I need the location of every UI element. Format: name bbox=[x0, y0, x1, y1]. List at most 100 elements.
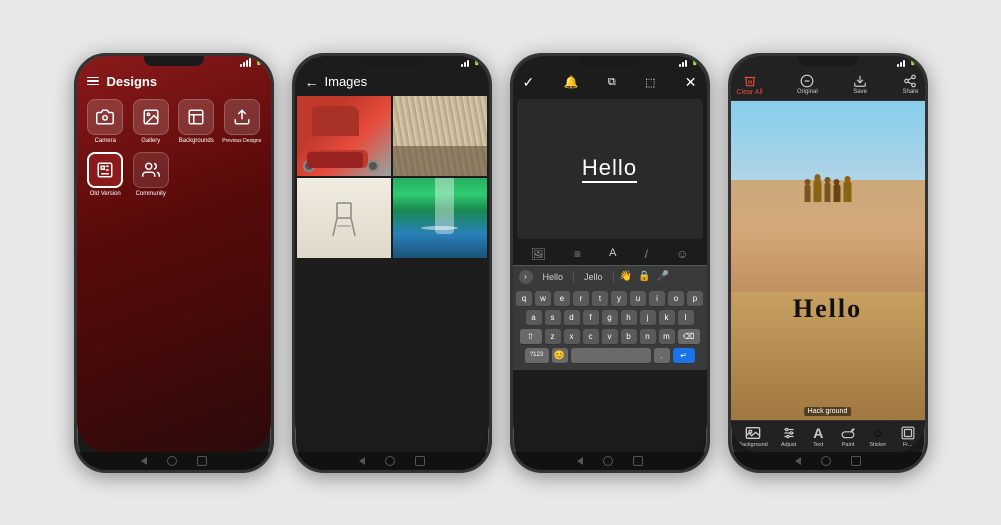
sticker-icon[interactable]: 🔔 bbox=[564, 75, 579, 89]
original-action[interactable]: Original bbox=[797, 74, 818, 95]
nav-back[interactable] bbox=[141, 457, 147, 465]
previous-label: Previous Designs bbox=[222, 138, 261, 144]
key-g[interactable]: g bbox=[602, 310, 618, 326]
image-car[interactable] bbox=[297, 96, 391, 176]
image-reeds[interactable] bbox=[393, 96, 487, 176]
key-z[interactable]: z bbox=[545, 329, 561, 345]
key-p[interactable]: p bbox=[687, 291, 703, 307]
grid-row-2: Old Version Community bbox=[77, 148, 271, 201]
close-icon[interactable]: ✕ bbox=[685, 74, 697, 91]
grid-item-camera[interactable]: Camera bbox=[85, 99, 127, 144]
key-emoji[interactable]: 😊 bbox=[552, 348, 568, 364]
key-u[interactable]: u bbox=[630, 291, 646, 307]
nav-recents-2[interactable] bbox=[415, 456, 425, 466]
grid-item-old-version[interactable]: Old Version bbox=[85, 152, 127, 197]
adjust-tool[interactable]: Adjust bbox=[780, 425, 798, 448]
phone4-toolbar: Clear All Original bbox=[731, 70, 925, 101]
key-l[interactable]: l bbox=[678, 310, 694, 326]
mic-icon[interactable]: 🎤 bbox=[656, 271, 668, 282]
key-c[interactable]: c bbox=[583, 329, 599, 345]
key-s[interactable]: s bbox=[545, 310, 561, 326]
key-b[interactable]: b bbox=[621, 329, 637, 345]
nav-home-4[interactable] bbox=[821, 456, 831, 466]
key-k[interactable]: k bbox=[659, 310, 675, 326]
key-a[interactable]: a bbox=[526, 310, 542, 326]
key-space[interactable] bbox=[571, 348, 651, 364]
hack-ground-label: Hack ground bbox=[804, 407, 852, 416]
key-m[interactable]: m bbox=[659, 329, 675, 345]
sticker-tool-label: Sticker bbox=[869, 442, 886, 448]
text-tool-icon: A bbox=[809, 425, 827, 441]
paint-tool[interactable]: Paint bbox=[839, 425, 857, 448]
grid-item-community[interactable]: Community bbox=[130, 152, 172, 197]
font-icon[interactable]: A bbox=[609, 247, 616, 261]
key-h[interactable]: h bbox=[621, 310, 637, 326]
key-shift[interactable]: ⇧ bbox=[520, 329, 542, 345]
share-action[interactable]: Share bbox=[902, 74, 918, 95]
brush-icon[interactable]: / bbox=[645, 247, 648, 261]
grid-item-gallery[interactable]: Gallery bbox=[130, 99, 172, 144]
grid-item-backgrounds[interactable]: Backgrounds bbox=[176, 99, 218, 144]
image-chair[interactable] bbox=[297, 178, 391, 258]
suggestion-hello[interactable]: Hello bbox=[537, 272, 570, 282]
key-numbers[interactable]: ?123 bbox=[525, 348, 549, 364]
checkmark-icon[interactable]: ✓ bbox=[523, 74, 535, 91]
background-tool[interactable]: Background bbox=[738, 425, 767, 448]
phone-2: 🔋 ← Images bbox=[292, 53, 492, 473]
key-t[interactable]: t bbox=[592, 291, 608, 307]
key-r[interactable]: r bbox=[573, 291, 589, 307]
key-period[interactable]: . bbox=[654, 348, 670, 364]
text-tool[interactable]: A Text bbox=[809, 425, 827, 448]
save-action[interactable]: Save bbox=[852, 74, 868, 95]
wave-emoji[interactable]: 👋 bbox=[620, 271, 632, 282]
suggestion-expand[interactable]: › bbox=[519, 270, 533, 284]
paste-icon[interactable]: ⬚ bbox=[645, 76, 655, 89]
key-n[interactable]: n bbox=[640, 329, 656, 345]
save-icon bbox=[852, 74, 868, 88]
lock-emoji[interactable]: 🔒 bbox=[638, 271, 650, 282]
grid-item-previous[interactable]: Previous Designs bbox=[221, 99, 263, 144]
clear-all-icon bbox=[742, 74, 758, 88]
suggestion-jello[interactable]: Jello bbox=[578, 272, 609, 282]
key-backspace[interactable]: ⌫ bbox=[678, 329, 700, 345]
nav-home-2[interactable] bbox=[385, 456, 395, 466]
key-y[interactable]: y bbox=[611, 291, 627, 307]
frame-tool[interactable]: Fr... bbox=[899, 425, 917, 448]
copy-icon[interactable]: ⧉ bbox=[608, 76, 616, 89]
keyboard-area: q w e r t y u i o p a s d f g h bbox=[513, 288, 707, 370]
key-q[interactable]: q bbox=[516, 291, 532, 307]
image-waterfall[interactable] bbox=[393, 178, 487, 258]
text-align-icon[interactable]: ≡ bbox=[574, 247, 581, 261]
key-d[interactable]: d bbox=[564, 310, 580, 326]
key-f[interactable]: f bbox=[583, 310, 599, 326]
nav-recents[interactable] bbox=[197, 456, 207, 466]
camera-icon-box bbox=[87, 99, 123, 135]
key-j[interactable]: j bbox=[640, 310, 656, 326]
nav-back-4[interactable] bbox=[795, 457, 801, 465]
image-tool-icon[interactable]: 🖼 bbox=[531, 247, 546, 261]
app-container: 🔋 Designs Camera bbox=[54, 33, 948, 493]
nav-home-3[interactable] bbox=[603, 456, 613, 466]
nav-recents-4[interactable] bbox=[851, 456, 861, 466]
emoji-tool-icon[interactable]: ☺ bbox=[676, 247, 688, 261]
nav-home[interactable] bbox=[167, 456, 177, 466]
menu-icon[interactable] bbox=[87, 77, 99, 86]
adjust-tool-icon bbox=[780, 425, 798, 441]
background-tool-label: Background bbox=[738, 442, 767, 448]
nav-back-2[interactable] bbox=[359, 457, 365, 465]
key-v[interactable]: v bbox=[602, 329, 618, 345]
back-button[interactable]: ← bbox=[305, 74, 319, 90]
key-i[interactable]: i bbox=[649, 291, 665, 307]
key-w[interactable]: w bbox=[535, 291, 551, 307]
key-x[interactable]: x bbox=[564, 329, 580, 345]
status-bar-2: 🔋 bbox=[295, 56, 489, 70]
clear-all-action[interactable]: Clear All bbox=[737, 74, 763, 96]
key-e[interactable]: e bbox=[554, 291, 570, 307]
nav-back-3[interactable] bbox=[577, 457, 583, 465]
sticker-tool[interactable]: ☺ Sticker bbox=[869, 425, 887, 448]
key-enter[interactable]: ↵ bbox=[673, 348, 695, 364]
canvas-text[interactable]: Hello bbox=[582, 155, 637, 183]
nav-recents-3[interactable] bbox=[633, 456, 643, 466]
grid-row-1: Camera Gallery bbox=[77, 95, 271, 148]
key-o[interactable]: o bbox=[668, 291, 684, 307]
